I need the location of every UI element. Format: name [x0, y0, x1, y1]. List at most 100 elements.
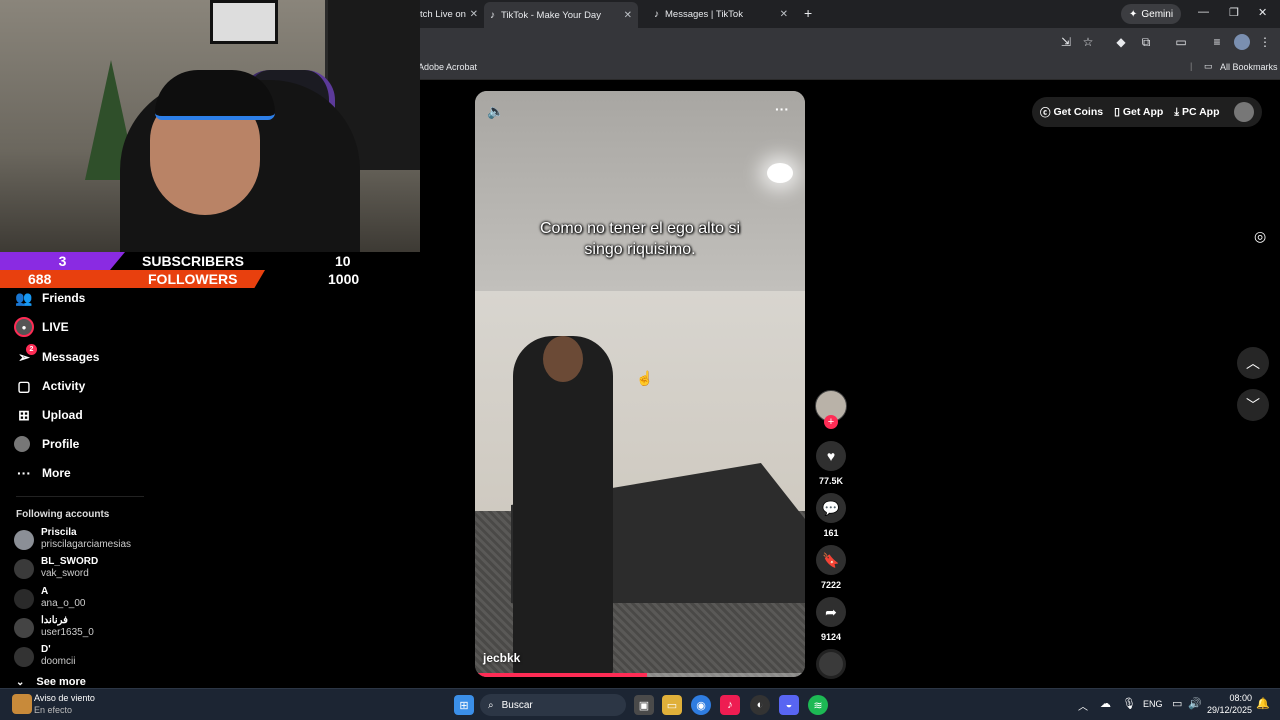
next-video-button[interactable]: ﹀ — [1237, 389, 1269, 421]
sidebar-item-more[interactable]: ··· More — [14, 460, 71, 486]
account-username: user1635_0 — [41, 627, 94, 638]
avatar — [14, 589, 34, 609]
notification-bell-icon[interactable]: 🔔 — [1256, 697, 1270, 710]
divider: | — [1190, 61, 1193, 71]
task-view-icon[interactable]: ▣ — [634, 695, 654, 715]
account-name: فرناندا — [41, 615, 68, 626]
music-disc[interactable] — [815, 649, 847, 679]
close-icon[interactable]: ✕ — [624, 10, 632, 21]
sidebar-item-profile[interactable]: Profile — [14, 431, 79, 457]
like-count: 77.5K — [818, 476, 844, 486]
refresh-swirl-icon[interactable]: ◎ — [1254, 228, 1266, 245]
tab-messages[interactable]: ♪ Messages | TikTok ✕ — [648, 4, 794, 24]
obs-icon[interactable]: ◐ — [750, 695, 770, 715]
comment-icon: 💬 — [816, 493, 846, 523]
network-icon[interactable]: ▭ — [1172, 697, 1182, 710]
caption-line: Como no tener el ego alto si — [539, 220, 741, 237]
share-button[interactable]: ➦ 9124 — [815, 597, 847, 642]
bookmark-adobe[interactable]: Adobe Acrobat — [418, 62, 477, 72]
search-placeholder: Buscar — [501, 699, 533, 711]
weather-title[interactable]: Aviso de viento — [34, 693, 95, 703]
tiktok-icon: ♪ — [490, 9, 495, 21]
account-item[interactable]: D' doomcii — [14, 644, 75, 672]
video-author[interactable]: jecbkk — [483, 651, 520, 665]
all-bookmarks[interactable]: All Bookmarks — [1220, 62, 1278, 72]
sidebar-item-live[interactable]: ● LIVE — [14, 314, 69, 340]
video-person-head — [543, 336, 583, 382]
creator-avatar[interactable]: + — [815, 390, 847, 429]
clock-time[interactable]: 08:00 — [1210, 693, 1252, 703]
tab-twitch[interactable]: tch Live on ✕ — [420, 4, 478, 24]
profile-icon — [14, 436, 30, 452]
see-more-link[interactable]: ⌄ See more — [16, 676, 86, 688]
user-avatar[interactable] — [1234, 102, 1254, 122]
chrome-icon[interactable]: ◉ — [691, 695, 711, 715]
account-item[interactable]: Priscila priscilagarciamesias — [14, 527, 131, 555]
sidebar-item-activity[interactable]: ▢ Activity — [14, 373, 85, 399]
extension-diamond-icon[interactable]: ◆ — [1113, 34, 1129, 50]
comment-button[interactable]: 💬 161 — [815, 493, 847, 538]
video-ceiling — [475, 91, 805, 291]
microphone-icon[interactable]: 🎙 — [1122, 697, 1136, 710]
avatar — [14, 530, 34, 550]
language-indicator[interactable]: ENG — [1143, 699, 1163, 709]
account-item[interactable]: BL_SWORD vak_sword — [14, 556, 98, 584]
restore-icon[interactable]: ❐ — [1229, 6, 1239, 19]
discord-icon[interactable]: ◒ — [779, 695, 799, 715]
tab-label: TikTok - Make Your Day — [501, 9, 601, 21]
account-item[interactable]: Aana_o_00 — [14, 586, 86, 614]
kebab-menu-icon[interactable]: ⋮ — [1257, 34, 1273, 50]
close-icon[interactable]: ✕ — [780, 9, 788, 20]
sidebar-item-label: LIVE — [42, 320, 69, 334]
account-username: vak_sword — [41, 568, 89, 579]
account-username: doomcii — [41, 656, 76, 667]
account-name: A — [41, 586, 49, 597]
windows-start-icon[interactable]: ⊞ — [454, 695, 474, 715]
save-button[interactable]: 🔖 7222 — [815, 545, 847, 590]
account-item[interactable]: فرناندا user1635_0 — [14, 615, 94, 643]
get-coins-button[interactable]: ⓒ Get Coins — [1040, 105, 1103, 120]
tab-tiktok[interactable]: ♪ TikTok - Make Your Day ✕ — [484, 2, 638, 28]
pc-app-button[interactable]: ⤓ PC App — [1174, 106, 1219, 119]
install-app-icon[interactable]: ⇲ — [1058, 34, 1074, 50]
new-tab-button[interactable]: + — [804, 5, 812, 21]
subscribers-goal: 10 — [335, 253, 351, 269]
tiktok-icon: ♪ — [654, 8, 659, 20]
account-name: D' — [41, 644, 51, 655]
sidebar-item-messages[interactable]: ➢ 2 Messages — [14, 344, 99, 370]
star-icon[interactable]: ☆ — [1080, 34, 1096, 50]
close-icon[interactable]: ✕ — [470, 9, 478, 20]
get-app-label: Get App — [1122, 106, 1164, 118]
spotify-icon[interactable]: ≋ — [808, 695, 828, 715]
minimize-icon[interactable]: — — [1198, 6, 1209, 18]
chevron-up-icon[interactable]: ︿ — [1078, 698, 1088, 713]
download-icon: ⤓ — [1174, 105, 1179, 118]
follow-plus-icon[interactable]: + — [824, 415, 838, 429]
profile-avatar[interactable] — [1234, 34, 1250, 50]
close-window-icon[interactable]: ✕ — [1258, 6, 1267, 19]
gemini-button[interactable]: ✦ Gemini — [1121, 4, 1182, 24]
like-button[interactable]: ♥ 77.5K — [815, 441, 847, 486]
puzzle-icon[interactable]: ⧉ — [1138, 34, 1154, 50]
cloud-icon[interactable]: ☁ — [1100, 697, 1111, 710]
taskbar-search[interactable]: ⌕ Buscar — [480, 694, 626, 716]
subscribers-label: SUBSCRIBERS — [142, 253, 244, 269]
weather-icon[interactable] — [12, 694, 32, 714]
activity-icon: ▢ — [17, 377, 31, 394]
volume-icon[interactable]: 🔈 — [487, 103, 504, 120]
file-explorer-icon[interactable]: ▭ — [662, 695, 682, 715]
search-icon: ⌕ — [488, 699, 494, 711]
volume-icon[interactable]: 🔊 — [1188, 697, 1202, 710]
tiktok-app-icon[interactable]: ♪ — [720, 695, 740, 715]
cast-icon[interactable]: ▭ — [1173, 34, 1189, 50]
sidebar-item-friends[interactable]: 👥 Friends — [14, 285, 85, 311]
sidebar-item-upload[interactable]: ⊞ Upload — [14, 402, 83, 428]
wall-art — [210, 0, 278, 44]
media-icon[interactable]: ≡ — [1209, 34, 1225, 50]
video-progress-bar[interactable] — [475, 673, 805, 677]
sidebar-item-label: Messages — [42, 350, 100, 364]
previous-video-button[interactable]: ︿ — [1237, 347, 1269, 379]
comment-count: 161 — [823, 528, 839, 538]
more-options-icon[interactable]: ··· — [775, 101, 789, 117]
get-app-button[interactable]: ▯ Get App — [1114, 106, 1163, 118]
